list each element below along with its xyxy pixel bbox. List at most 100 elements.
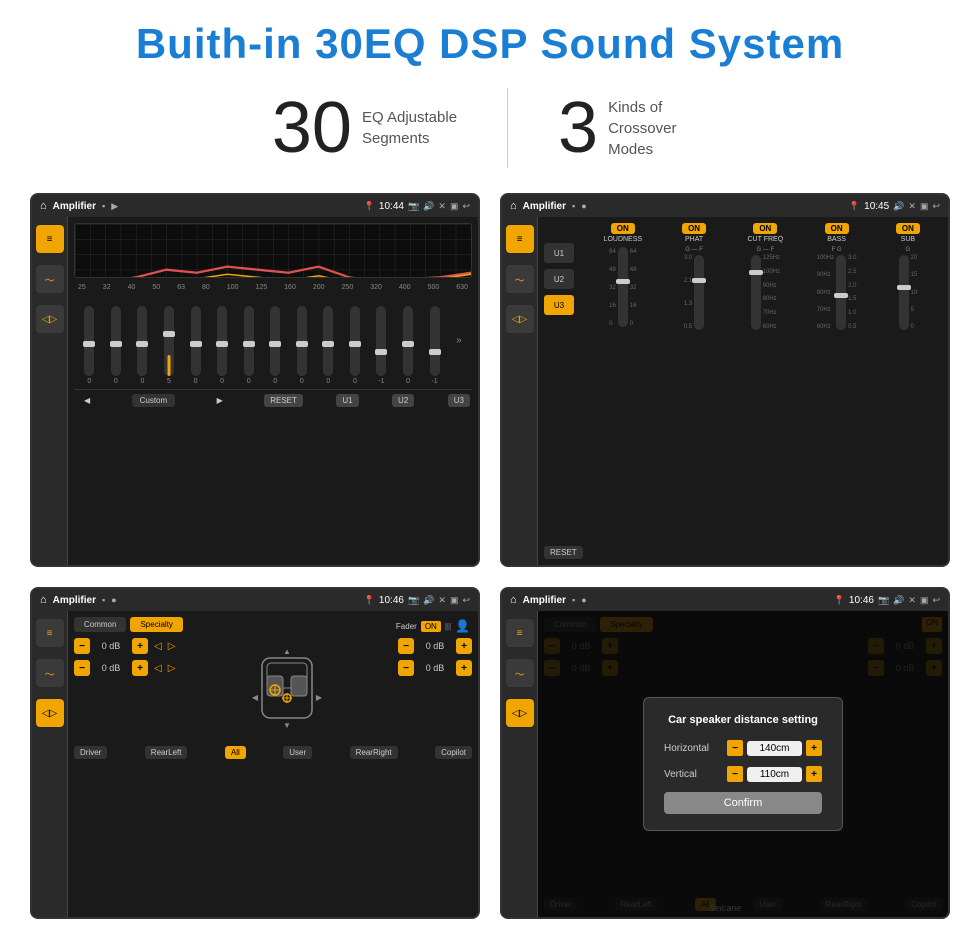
fader-sliders-icon: ||| — [445, 622, 451, 631]
home-icon-1[interactable]: ⌂ — [40, 200, 47, 212]
bass-slider[interactable] — [836, 255, 846, 330]
eq-slider-5: 0 — [191, 306, 201, 385]
crossover-number: 3 — [558, 92, 598, 164]
home-icon-3[interactable]: ⌂ — [40, 594, 47, 606]
u2-preset[interactable]: U2 — [544, 269, 574, 289]
left-controls: − 0 dB + ◁ ▷ − 0 dB + ◁ ▷ — [74, 638, 175, 676]
crossover-desc-line1: Kinds of — [608, 97, 708, 118]
sub-on[interactable]: ON — [896, 223, 920, 234]
sidebar-wave-btn[interactable]: 〜 — [36, 265, 64, 293]
db-row-1: − 0 dB + ◁ ▷ — [74, 638, 175, 654]
sidebar-vol-btn-2[interactable]: ◁▷ — [506, 305, 534, 333]
window-icon-1: ▣ — [450, 201, 459, 212]
sidebar-vol-btn-3[interactable]: ◁▷ — [36, 699, 64, 727]
fader-on-badge[interactable]: ON — [421, 621, 441, 632]
eq-slider-10: 0 — [323, 306, 333, 385]
phat-on[interactable]: ON — [682, 223, 706, 234]
vertical-minus[interactable]: − — [727, 766, 743, 782]
copilot-btn[interactable]: Copilot — [435, 746, 472, 759]
phat-slider[interactable] — [694, 255, 704, 330]
reset-btn[interactable]: RESET — [264, 394, 303, 407]
db-minus-2[interactable]: − — [74, 660, 90, 676]
sidebar-wave-btn-4[interactable]: 〜 — [506, 659, 534, 687]
eq-slider-11: 0 — [350, 306, 360, 385]
eq-slider-1: 0 — [84, 306, 94, 385]
horizontal-minus[interactable]: − — [727, 740, 743, 756]
sidebar-wave-btn-3[interactable]: 〜 — [36, 659, 64, 687]
eq-slider-8: 0 — [270, 306, 280, 385]
rearright-btn[interactable]: RearRight — [350, 746, 398, 759]
eq-slider-3: 0 — [137, 306, 147, 385]
db-plus-2[interactable]: + — [132, 660, 148, 676]
sidebar-wave-btn-2[interactable]: 〜 — [506, 265, 534, 293]
u3-btn[interactable]: U3 — [448, 394, 470, 407]
u2-btn[interactable]: U2 — [392, 394, 414, 407]
eq-slider-4: 5 — [164, 306, 174, 385]
screen1-content: ≡ 〜 ◁▷ — [32, 217, 478, 565]
u1-btn[interactable]: U1 — [336, 394, 358, 407]
screens-grid: ⌂ Amplifier ▪ ▶ 📍 10:44 📷 🔊 ✕ ▣ ↩ ≡ — [30, 193, 950, 919]
user-btn[interactable]: User — [283, 746, 312, 759]
next-btn[interactable]: ▶ — [209, 394, 231, 407]
loudness-slider[interactable] — [618, 247, 628, 327]
sidebar-vol-btn[interactable]: ◁▷ — [36, 305, 64, 333]
loudness-on[interactable]: ON — [611, 223, 635, 234]
specialty-btn-3[interactable]: Specialty — [130, 617, 182, 632]
sidebar-eq-btn-4[interactable]: ≡ — [506, 619, 534, 647]
confirm-button[interactable]: Confirm — [664, 792, 822, 814]
screen2-content: ≡ 〜 ◁▷ U1 U2 U3 RESET — [502, 217, 948, 565]
fader-label: Fader — [396, 622, 417, 631]
cutfreq-on[interactable]: ON — [753, 223, 777, 234]
scroll-right-icon[interactable]: » — [456, 335, 462, 346]
svg-text:▼: ▼ — [283, 721, 291, 730]
custom-btn[interactable]: Custom — [132, 394, 176, 407]
db-plus-4[interactable]: + — [456, 660, 472, 676]
u3-preset[interactable]: U3 — [544, 295, 574, 315]
rearleft-btn[interactable]: RearLeft — [145, 746, 188, 759]
db-row-3: − 0 dB + — [398, 638, 472, 654]
driver-btn[interactable]: Driver — [74, 746, 107, 759]
db-minus-3[interactable]: − — [398, 638, 414, 654]
play-icon-1[interactable]: ▶ — [111, 201, 118, 212]
crossover-stat: 3 Kinds of Crossover Modes — [508, 92, 758, 164]
home-icon-2[interactable]: ⌂ — [510, 200, 517, 212]
sidebar-eq-btn-2[interactable]: ≡ — [506, 225, 534, 253]
common-btn-3[interactable]: Common — [74, 617, 126, 632]
sidebar-eq-btn[interactable]: ≡ — [36, 225, 64, 253]
reset-preset[interactable]: RESET — [544, 546, 583, 559]
pos-btns-row: Driver RearLeft All User RearRight Copil… — [74, 746, 472, 759]
u1-preset[interactable]: U1 — [544, 243, 574, 263]
eq-slider-12: -1 — [376, 306, 386, 385]
cutfreq-slider[interactable] — [751, 255, 761, 330]
screen2-sidebar: ≡ 〜 ◁▷ — [502, 217, 538, 565]
back-icon-1[interactable]: ↩ — [462, 201, 470, 212]
eq-desc: EQ Adjustable Segments — [362, 107, 457, 149]
home-icon-4[interactable]: ⌂ — [510, 594, 517, 606]
car-diagram-container: ▲ ▼ ◀ ▶ — [181, 638, 392, 738]
db-minus-4[interactable]: − — [398, 660, 414, 676]
screen3-content: ≡ 〜 ◁▷ Common Specialty Fader ON ||| — [32, 611, 478, 917]
sub-slider[interactable] — [899, 255, 909, 330]
x-icon-1[interactable]: ✕ — [438, 201, 446, 212]
horizontal-plus[interactable]: + — [806, 740, 822, 756]
status-bar-1: ⌂ Amplifier ▪ ▶ 📍 10:44 📷 🔊 ✕ ▣ ↩ — [32, 195, 478, 217]
all-btn[interactable]: All — [225, 746, 246, 759]
ch-bass: ON BASS F G 100Hz90Hz80Hz70Hz60Hz — [802, 223, 870, 340]
sidebar-vol-btn-4[interactable]: ◁▷ — [506, 699, 534, 727]
db-minus-1[interactable]: − — [74, 638, 90, 654]
bass-on[interactable]: ON — [825, 223, 849, 234]
eq-slider-6: 0 — [217, 306, 227, 385]
db-value-1: 0 dB — [96, 641, 126, 651]
db-plus-3[interactable]: + — [456, 638, 472, 654]
screen1-title: Amplifier — [53, 201, 96, 212]
speaker-icon-2: ▷ — [168, 641, 176, 652]
modal-dialog: Car speaker distance setting Horizontal … — [643, 697, 843, 831]
screen1-time: 10:44 — [379, 201, 404, 212]
sidebar-eq-btn-3[interactable]: ≡ — [36, 619, 64, 647]
db-plus-1[interactable]: + — [132, 638, 148, 654]
ch-loudness: ON LOUDNESS 644832160 — [589, 223, 657, 357]
vertical-plus[interactable]: + — [806, 766, 822, 782]
eq-slider-13: 0 — [403, 306, 413, 385]
prev-btn[interactable]: ◀ — [76, 394, 98, 407]
eq-slider-7: 0 — [244, 306, 254, 385]
